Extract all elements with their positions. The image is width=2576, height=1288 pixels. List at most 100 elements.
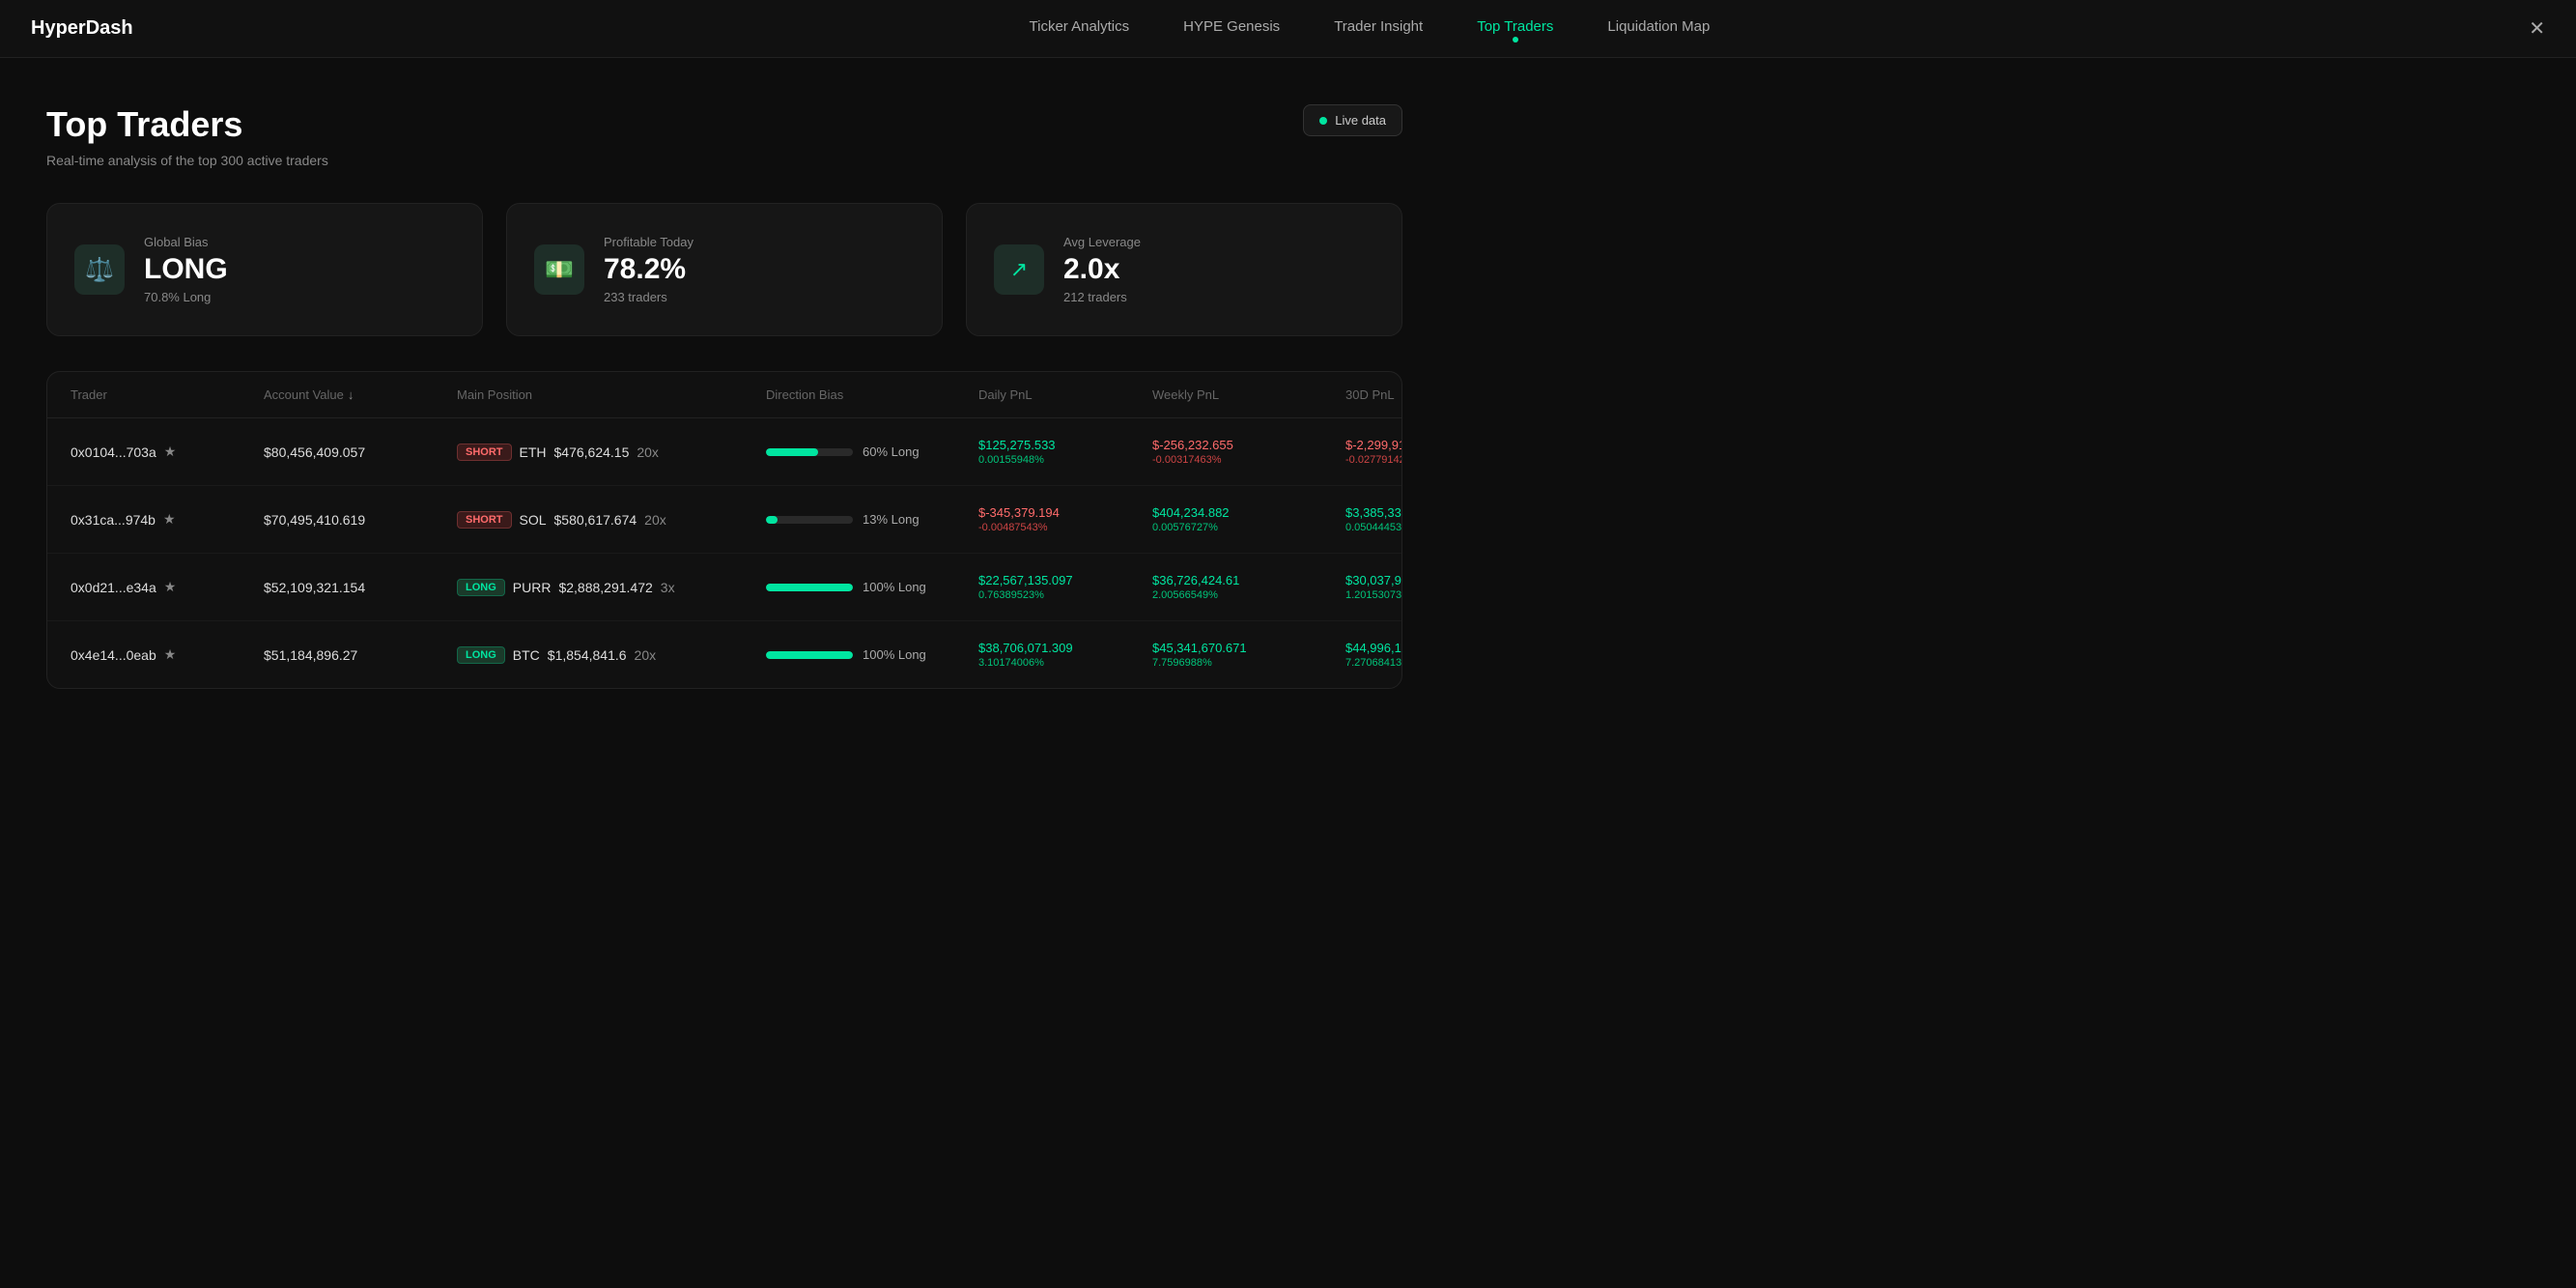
daily-pnl-col: $22,567,135.097 0.76389523%: [978, 573, 1152, 601]
position-cell: SHORT ETH $476,624.15 20x: [457, 444, 766, 461]
position-badge: SHORT: [457, 444, 512, 461]
star-icon[interactable]: ★: [163, 511, 176, 528]
th-trader: Trader: [71, 387, 264, 402]
position-cell: LONG PURR $2,888,291.472 3x: [457, 579, 766, 596]
daily-pnl: $125,275.533: [978, 438, 1152, 452]
x-icon[interactable]: ✕: [2529, 16, 2545, 41]
direction-cell: 100% Long: [766, 647, 978, 662]
trader-addr-text: 0x0104...703a: [71, 444, 156, 460]
star-icon[interactable]: ★: [164, 646, 177, 663]
page-title: Top Traders: [46, 104, 328, 145]
stat-info-profitable: Profitable Today 78.2% 233 traders: [604, 235, 915, 304]
trader-address: 0x31ca...974b ★: [71, 511, 264, 528]
stat-value-profitable: 78.2%: [604, 253, 915, 286]
30d-pnl: $44,996,182.555: [1345, 641, 1402, 655]
daily-pnl-pct: -0.00487543%: [978, 522, 1152, 533]
30d-pnl-col: $-2,299,916.01 -0.02779142%: [1345, 438, 1402, 466]
direction-label: 100% Long: [863, 647, 926, 662]
position-leverage: 3x: [661, 580, 675, 595]
nav-trader-insight[interactable]: Trader Insight: [1334, 18, 1423, 39]
stat-info-leverage: Avg Leverage 2.0x 212 traders: [1063, 235, 1374, 304]
trader-addr-text: 0x4e14...0eab: [71, 647, 156, 663]
direction-label: 13% Long: [863, 512, 920, 527]
nav-liquidation-map[interactable]: Liquidation Map: [1607, 18, 1710, 39]
stat-sub-leverage: 212 traders: [1063, 290, 1374, 304]
daily-pnl-pct: 0.00155948%: [978, 454, 1152, 466]
star-icon[interactable]: ★: [164, 579, 177, 595]
weekly-pnl-col: $-256,232.655 -0.00317463%: [1152, 438, 1345, 466]
weekly-pnl-pct: -0.00317463%: [1152, 454, 1345, 466]
sort-icon: ↓: [348, 387, 354, 402]
star-icon[interactable]: ★: [164, 444, 177, 460]
trader-addr-text: 0x0d21...e34a: [71, 580, 156, 595]
position-cell: LONG BTC $1,854,841.6 20x: [457, 646, 766, 664]
bias-bar-fill: [766, 516, 778, 524]
table-row: 0x4e14...0eab ★ $51,184,896.27 LONG BTC …: [47, 621, 1401, 688]
th-30d-pnl: 30D PnL: [1345, 387, 1402, 402]
live-data-badge: Live data: [1303, 104, 1402, 136]
position-price: $580,617.674: [554, 512, 637, 528]
position-token: BTC: [513, 647, 540, 663]
money-icon: 💵: [534, 244, 584, 295]
live-data-label: Live data: [1335, 113, 1386, 128]
stat-card-leverage: ↗ Avg Leverage 2.0x 212 traders: [966, 203, 1402, 336]
table-row: 0x31ca...974b ★ $70,495,410.619 SHORT SO…: [47, 486, 1401, 554]
position-badge: SHORT: [457, 511, 512, 529]
th-main-position: Main Position: [457, 387, 766, 402]
stat-card-profitable: 💵 Profitable Today 78.2% 233 traders: [506, 203, 943, 336]
30d-pnl-col: $3,385,336.43 0.05044453%: [1345, 505, 1402, 533]
position-badge: LONG: [457, 579, 505, 596]
account-value: $70,495,410.619: [264, 512, 457, 528]
weekly-pnl: $-256,232.655: [1152, 438, 1345, 452]
weekly-pnl-pct: 2.00566549%: [1152, 589, 1345, 601]
th-account-value[interactable]: Account Value ↓: [264, 387, 457, 402]
direction-label: 100% Long: [863, 580, 926, 594]
balance-icon: ⚖️: [74, 244, 125, 295]
daily-pnl: $38,706,071.309: [978, 641, 1152, 655]
trader-address: 0x0d21...e34a ★: [71, 579, 264, 595]
th-daily-pnl: Daily PnL: [978, 387, 1152, 402]
stat-cards: ⚖️ Global Bias LONG 70.8% Long 💵 Profita…: [46, 203, 1402, 336]
30d-pnl: $30,037,993.89: [1345, 573, 1402, 587]
page-subtitle: Real-time analysis of the top 300 active…: [46, 153, 328, 168]
page-title-section: Top Traders Real-time analysis of the to…: [46, 104, 328, 168]
trader-address: 0x4e14...0eab ★: [71, 646, 264, 663]
stat-sub-profitable: 233 traders: [604, 290, 915, 304]
stat-sub-global-bias: 70.8% Long: [144, 290, 455, 304]
weekly-pnl-pct: 7.7596988%: [1152, 657, 1345, 669]
bias-bar-fill: [766, 448, 818, 456]
position-token: ETH: [520, 444, 547, 460]
table-body: 0x0104...703a ★ $80,456,409.057 SHORT ET…: [47, 418, 1401, 688]
position-leverage: 20x: [637, 444, 659, 460]
bias-bar-bg: [766, 448, 853, 456]
bias-bar-fill: [766, 651, 853, 659]
daily-pnl: $22,567,135.097: [978, 573, 1152, 587]
30d-pnl: $-2,299,916.01: [1345, 438, 1402, 452]
30d-pnl: $3,385,336.43: [1345, 505, 1402, 520]
position-leverage: 20x: [644, 512, 666, 528]
position-badge: LONG: [457, 646, 505, 664]
nav-links: Ticker Analytics HYPE Genesis Trader Ins…: [211, 18, 2530, 39]
bias-bar-fill: [766, 584, 853, 591]
trader-address: 0x0104...703a ★: [71, 444, 264, 460]
weekly-pnl-col: $36,726,424.61 2.00566549%: [1152, 573, 1345, 601]
navbar: HyperDash Ticker Analytics HYPE Genesis …: [0, 0, 2576, 58]
direction-cell: 60% Long: [766, 444, 978, 459]
position-price: $476,624.15: [554, 444, 630, 460]
30d-pnl-col: $30,037,993.89 1.20153073%: [1345, 573, 1402, 601]
nav-hype-genesis[interactable]: HYPE Genesis: [1183, 18, 1280, 39]
trend-up-icon: ↗: [994, 244, 1044, 295]
logo[interactable]: HyperDash: [31, 17, 133, 40]
position-cell: SHORT SOL $580,617.674 20x: [457, 511, 766, 529]
30d-pnl-pct: 1.20153073%: [1345, 589, 1402, 601]
nav-top-traders[interactable]: Top Traders: [1477, 18, 1553, 39]
weekly-pnl: $45,341,670.671: [1152, 641, 1345, 655]
table-header: Trader Account Value ↓ Main Position Dir…: [47, 372, 1401, 418]
weekly-pnl-col: $404,234.882 0.00576727%: [1152, 505, 1345, 533]
page-header: Top Traders Real-time analysis of the to…: [46, 104, 1402, 168]
th-weekly-pnl: Weekly PnL: [1152, 387, 1345, 402]
page-content: Top Traders Real-time analysis of the to…: [0, 58, 1449, 720]
nav-ticker-analytics[interactable]: Ticker Analytics: [1030, 18, 1130, 39]
stat-value-leverage: 2.0x: [1063, 253, 1374, 286]
daily-pnl-pct: 0.76389523%: [978, 589, 1152, 601]
